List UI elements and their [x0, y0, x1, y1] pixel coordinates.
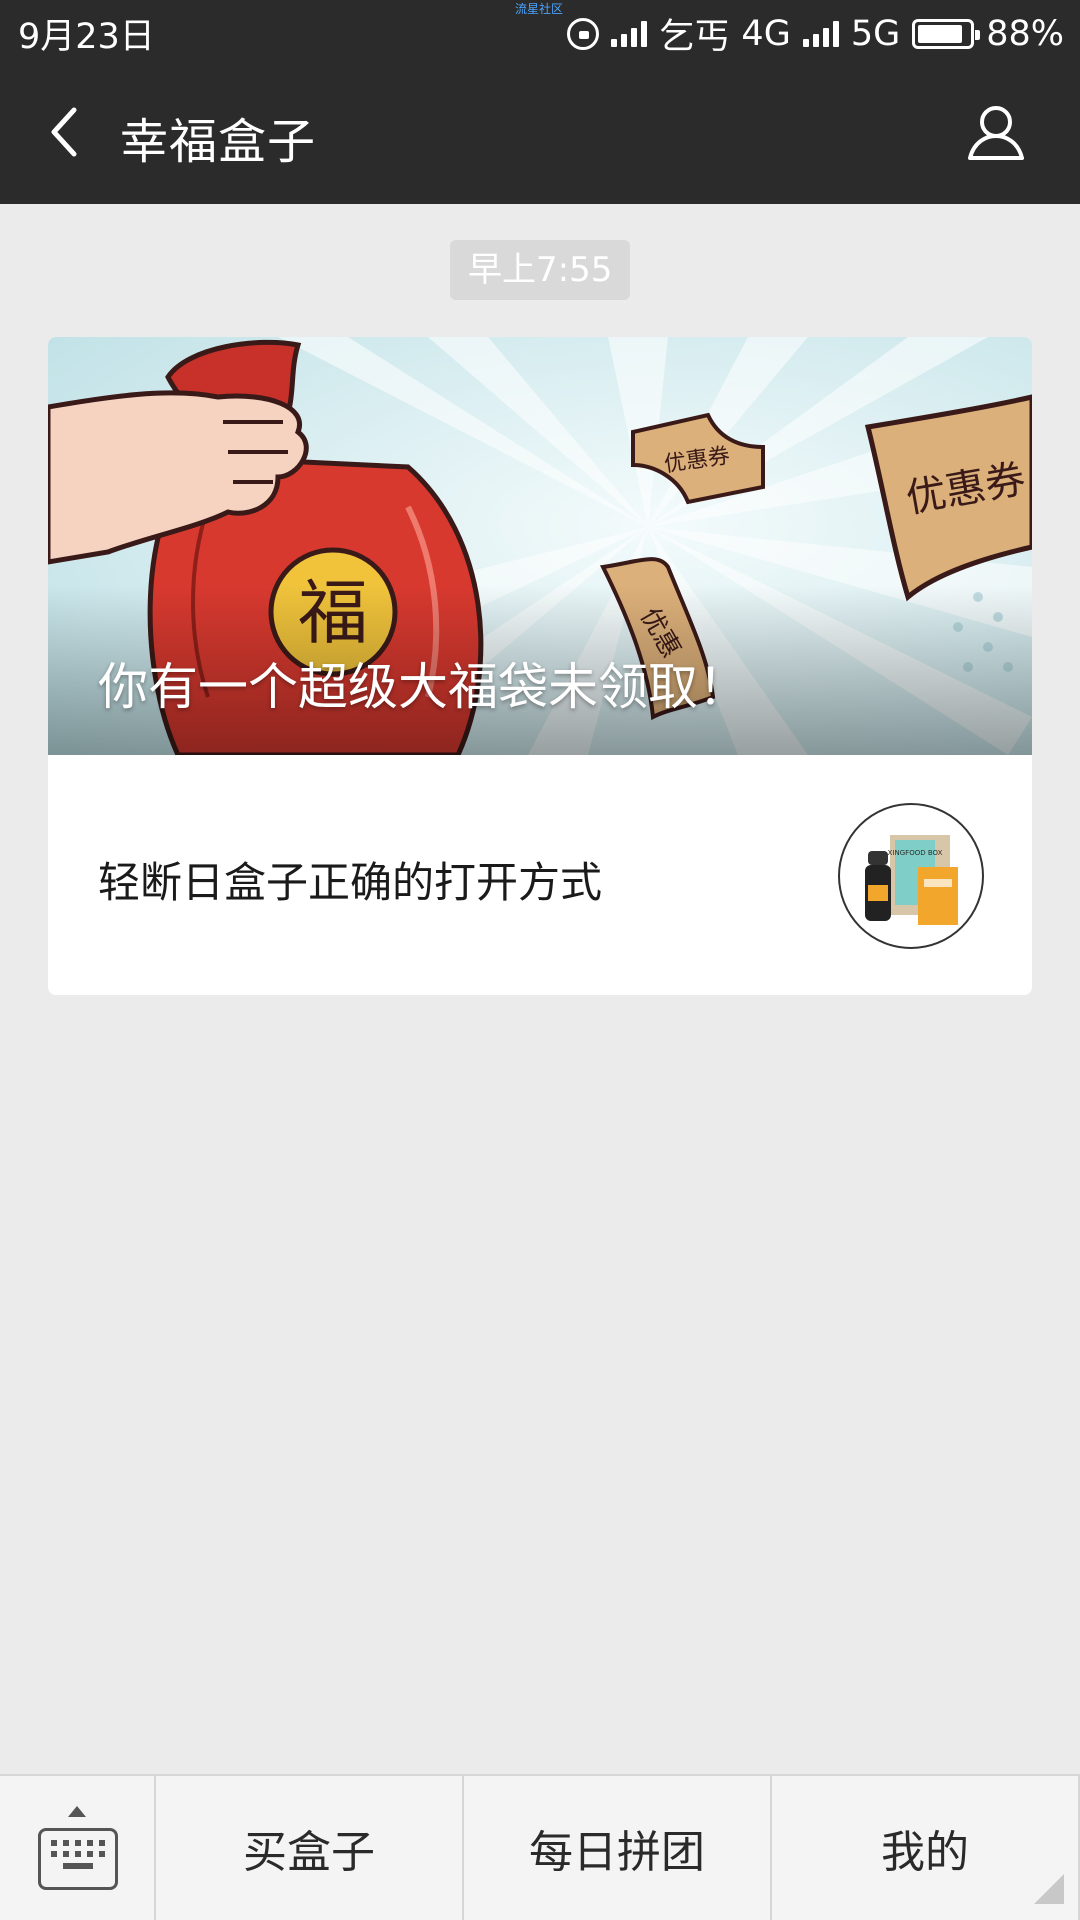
keyboard-toggle-button[interactable] [0, 1776, 156, 1920]
article-list-item[interactable]: 轻断日盒子正确的打开方式 XINGFOOD BOX [48, 755, 1032, 995]
signal-strength-icon [611, 20, 648, 47]
menu-daily-group-buy[interactable]: 每日拼团 [464, 1776, 772, 1920]
article-card[interactable]: 福 优惠券 优惠券 优惠 你有一个超级大福袋未领取！ 轻断日盒子正确的打开 [48, 337, 1032, 995]
menu-buy-box[interactable]: 买盒子 [156, 1776, 464, 1920]
status-bar: 9月23日 流星社区 乞丐 4G 5G 88% [0, 0, 1080, 62]
page-title: 幸福盒子 [120, 114, 317, 170]
expand-arrow-icon [68, 1806, 86, 1817]
banner-title: 你有一个超级大福袋未领取！ [98, 658, 748, 716]
battery-percent: 88% [986, 13, 1064, 54]
nav-bar: 幸福盒子 [0, 62, 1080, 204]
rotation-lock-icon [567, 17, 600, 50]
bottom-menu: 买盒子 每日拼团 我的 [0, 1774, 1080, 1920]
article-item-title: 轻断日盒子正确的打开方式 [98, 858, 603, 907]
signal-strength-icon-2 [802, 20, 839, 47]
user-profile-icon[interactable] [964, 100, 1028, 164]
chevron-left-icon[interactable] [40, 104, 96, 160]
network-type-2: 5G [850, 13, 901, 54]
svg-text:XINGFOOD BOX: XINGFOOD BOX [888, 849, 943, 857]
status-icons: 乞丐 4G 5G 88% [555, 8, 1064, 59]
keyboard-icon [38, 1828, 118, 1890]
corner-handle-icon [1034, 1874, 1064, 1904]
carrier-label: 乞丐 [659, 17, 730, 57]
battery-fill [918, 24, 963, 43]
network-type-1: 4G [741, 13, 791, 54]
battery-icon [912, 18, 981, 49]
message-timestamp: 早上7:55 [450, 240, 631, 300]
article-banner-image[interactable]: 福 优惠券 优惠券 优惠 你有一个超级大福袋未领取！ [48, 337, 1032, 755]
article-thumbnail: XINGFOOD BOX [838, 803, 984, 949]
product-box-image: XINGFOOD BOX [865, 835, 958, 925]
status-date: 9月23日 [18, 17, 155, 57]
